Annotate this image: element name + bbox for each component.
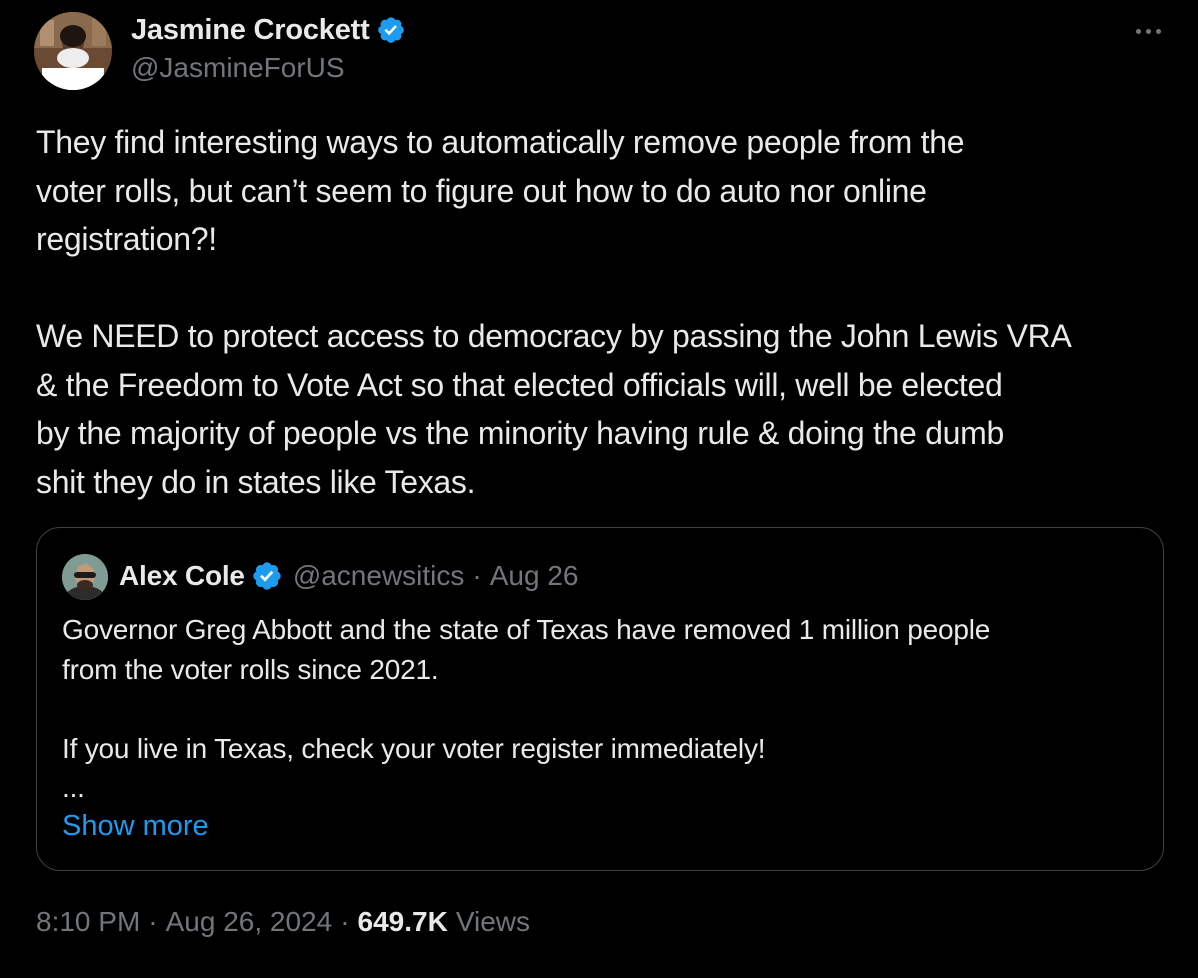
quoted-tweet-card[interactable]: Alex Cole @acnewsitics · Aug 26 Governor… (36, 527, 1164, 871)
quote-author-avatar[interactable] (62, 554, 108, 600)
tweet-text: They find interesting ways to automatica… (36, 124, 1072, 500)
quote-separator: · (472, 560, 482, 591)
quote-date[interactable]: Aug 26 (490, 560, 579, 592)
views-count: 649.7K (357, 906, 448, 937)
quote-author-name[interactable]: Alex Cole (119, 560, 245, 592)
quote-header: Alex Cole @acnewsitics · Aug 26 (119, 556, 578, 596)
tweet-date[interactable]: Aug 26, 2024 (166, 906, 333, 938)
verified-badge-icon[interactable] (251, 560, 283, 592)
author-name[interactable]: Jasmine Crockett (131, 14, 370, 47)
more-options-button[interactable] (1128, 18, 1168, 44)
meta-separator: · (340, 906, 350, 937)
author-name-row[interactable]: Jasmine Crockett (131, 10, 406, 50)
author-handle[interactable]: @JasmineForUS (131, 52, 345, 84)
verified-badge-icon[interactable] (376, 15, 406, 45)
more-dot (1145, 28, 1151, 34)
more-dot (1155, 28, 1161, 34)
meta-separator: · (148, 906, 158, 937)
quote-text: Governor Greg Abbott and the state of Te… (62, 614, 991, 803)
author-avatar[interactable] (34, 12, 112, 90)
more-horizontal-icon (1135, 28, 1141, 34)
tweet-time[interactable]: 8:10 PM (36, 906, 140, 938)
quote-author-handle[interactable]: @acnewsitics (293, 560, 465, 592)
views-label: Views (455, 906, 531, 937)
tweet: Jasmine Crockett @JasmineForUS They find… (0, 0, 1198, 978)
show-more-link[interactable]: Show more (62, 810, 209, 843)
tweet-meta: 8:10 PM · Aug 26, 2024 · 649.7K Views (36, 906, 530, 938)
